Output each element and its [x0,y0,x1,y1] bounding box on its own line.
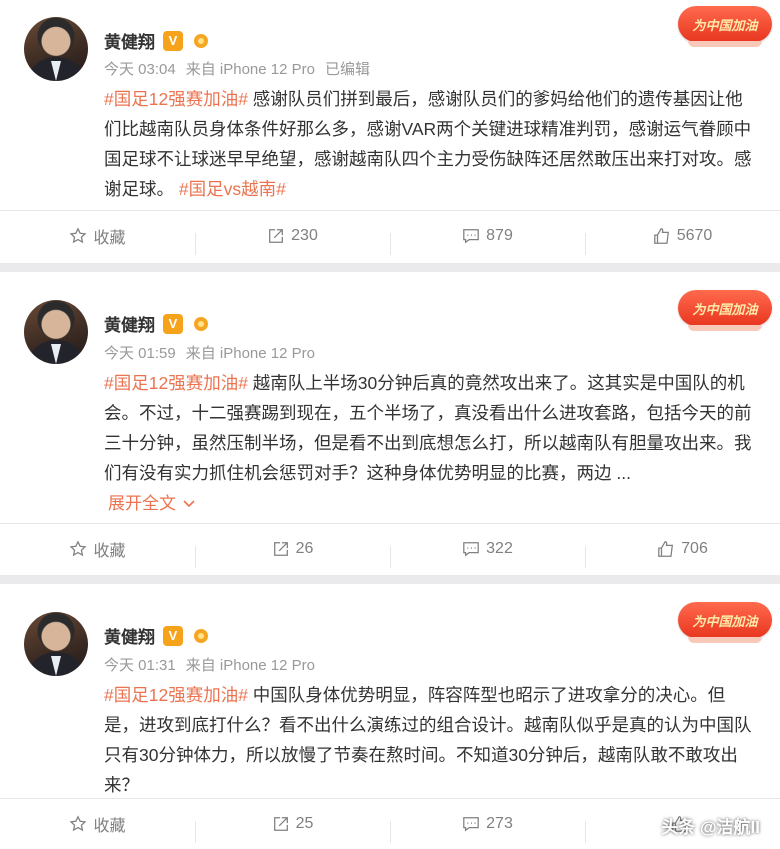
weibo-feed: 黄健翔 V 今天 03:04 来自 iPhone 12 Pro 已编辑 为中国加… [0,0,780,847]
repost-count: 25 [295,815,314,832]
post-actions: 收藏 26 322 706 [0,523,780,574]
post-text: #国足12强赛加油# 越南队上半场30分钟后真的竟然攻出来了。这其实是中国队的机… [0,368,754,519]
post-source: 来自 iPhone 12 Pro [185,657,315,674]
thumbs-up-icon [653,228,669,244]
expand-label: 展开全文 [108,494,176,513]
post-time[interactable]: 今天 01:31 [104,654,176,675]
topic-tag[interactable]: #国足12强赛加油# [104,89,248,109]
avatar[interactable] [24,17,88,81]
comment-icon [463,542,479,557]
post-card: 黄健翔 V 今天 03:04 来自 iPhone 12 Pro 已编辑 为中国加… [0,0,780,263]
post-separator [0,263,780,272]
collect-button[interactable]: 收藏 [0,537,195,561]
like-button[interactable]: 706 [585,540,780,568]
cheer-badge[interactable]: 为中国加油 [678,290,772,331]
post-source: 来自 iPhone 12 Pro [185,61,315,78]
repost-count: 230 [291,227,318,244]
star-icon [70,227,87,244]
comment-button[interactable]: 322 [390,540,585,568]
collect-label: 收藏 [93,543,126,560]
expand-link[interactable]: 展开全文 [108,489,196,519]
collect-button[interactable]: 收藏 [0,812,195,836]
verified-v-icon: V [163,625,183,646]
comment-count: 273 [486,815,513,832]
repost-count: 26 [295,540,314,557]
repost-icon [269,229,284,243]
repost-button[interactable]: 26 [195,540,390,568]
post-source: 来自 iPhone 12 Pro [185,345,315,362]
medal-icon [191,31,211,51]
post-card: 黄健翔 V 今天 01:31 来自 iPhone 12 Pro 为中国加油 #国… [0,584,780,847]
repost-icon [273,817,288,831]
medal-icon [191,314,211,334]
like-count: 5670 [676,227,713,244]
comment-button[interactable]: 879 [390,227,585,255]
like-button[interactable]: 5670 [585,227,780,255]
collect-label: 收藏 [93,230,126,247]
post-text: #国足12强赛加油# 中国队身体优势明显，阵容阵型也昭示了进攻拿分的决心。但是，… [0,680,754,800]
comment-button[interactable]: 273 [390,815,585,843]
star-icon [70,540,87,557]
repost-button[interactable]: 230 [195,227,390,255]
collect-label: 收藏 [93,818,126,835]
thumbs-up-icon [658,541,674,557]
medal-icon [191,626,211,646]
cheer-badge[interactable]: 为中国加油 [678,6,772,47]
like-count: 706 [681,540,708,557]
author-name[interactable]: 黄健翔 [104,311,155,336]
watermark: 头条 @洁航ll [661,818,760,837]
verified-v-icon: V [163,30,183,51]
edited-label[interactable]: 已编辑 [325,58,370,79]
post-card: 黄健翔 V 今天 01:59 来自 iPhone 12 Pro 为中国加油 #国… [0,272,780,575]
repost-icon [273,542,288,556]
post-separator [0,575,780,584]
collect-button[interactable]: 收藏 [0,224,195,248]
topic-tag[interactable]: #国足12强赛加油# [104,373,248,393]
author-name[interactable]: 黄健翔 [104,28,155,53]
topic-tag[interactable]: #国足vs越南# [179,179,286,199]
post-text: #国足12强赛加油# 感谢队员们拼到最后，感谢队员们的爹妈给他们的遗传基因让他们… [0,84,754,204]
verified-v-icon: V [163,313,183,334]
post-time[interactable]: 今天 01:59 [104,342,176,363]
chevron-down-icon [183,500,195,508]
post-time[interactable]: 今天 03:04 [104,58,176,79]
repost-button[interactable]: 25 [195,815,390,843]
comment-icon [463,817,479,832]
topic-tag[interactable]: #国足12强赛加油# [104,685,248,705]
comment-count: 879 [486,227,513,244]
comment-icon [463,229,479,244]
star-icon [70,815,87,832]
post-actions: 收藏 230 879 5670 [0,210,780,261]
author-name[interactable]: 黄健翔 [104,623,155,648]
comment-count: 322 [486,540,513,557]
cheer-badge[interactable]: 为中国加油 [678,602,772,643]
avatar[interactable] [24,612,88,676]
avatar[interactable] [24,300,88,364]
